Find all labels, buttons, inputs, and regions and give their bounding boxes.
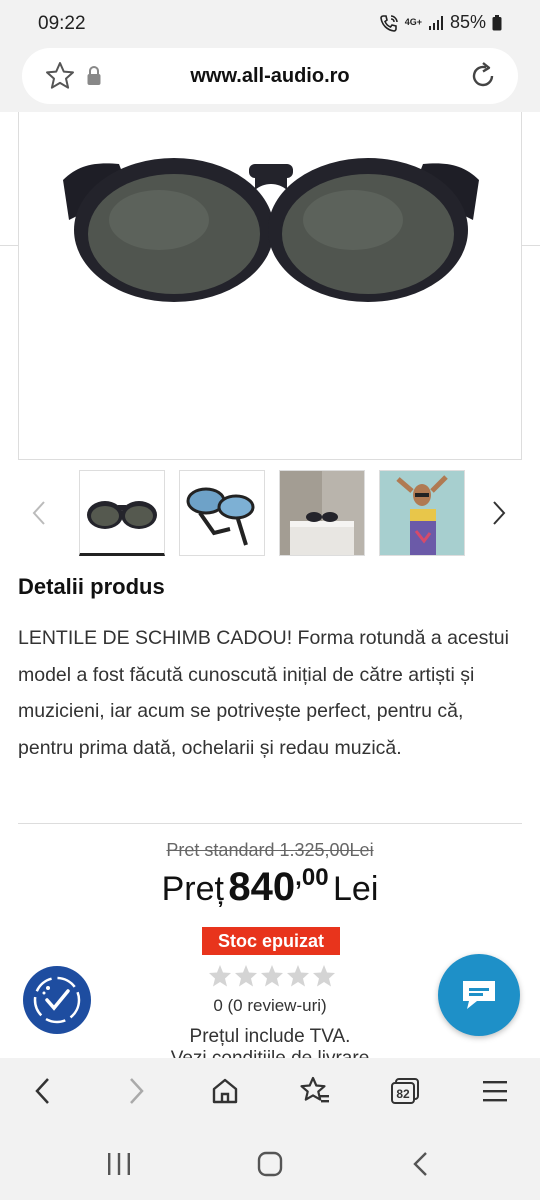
- star-rating-icon: [209, 965, 231, 987]
- reload-icon[interactable]: [468, 61, 498, 91]
- rating-stars[interactable]: [208, 964, 336, 988]
- accessibility-button[interactable]: [23, 966, 91, 1034]
- star-rating-icon: [235, 965, 257, 987]
- old-price: Pret standard 1.325,00Lei: [166, 840, 374, 860]
- thumbnail-1[interactable]: [79, 470, 165, 556]
- back-button[interactable]: [26, 1074, 60, 1108]
- section-title: Detalii produs: [18, 574, 165, 599]
- thumbnail-4[interactable]: [379, 470, 465, 556]
- bookmarks-icon: [300, 1076, 329, 1103]
- star-rating-icon: [261, 965, 283, 987]
- tabs-button[interactable]: 82: [388, 1074, 422, 1108]
- main-product-image[interactable]: [18, 112, 522, 460]
- sunglasses-on-pedestal-thumb: [280, 471, 364, 555]
- url-field[interactable]: www.all-audio.ro: [22, 48, 518, 104]
- product-description: LENTILE DE SCHIMB CADOU! Forma rotundă a…: [18, 627, 509, 759]
- star-rating-icon: [313, 965, 335, 987]
- browser-address-bar: www.all-audio.ro: [0, 46, 540, 112]
- thumbnail-2[interactable]: [179, 470, 265, 556]
- accessibility-check-icon: [33, 976, 81, 1024]
- woman-wearing-sunglasses-thumb: [380, 471, 464, 555]
- nav-back-icon[interactable]: [406, 1150, 436, 1178]
- delivery-link[interactable]: Vezi condițiile de livrare: [0, 1048, 540, 1058]
- price-currency: Lei: [333, 870, 379, 908]
- status-icons: 4G+ 85%: [379, 12, 502, 33]
- sunglasses-front-thumb: [80, 471, 164, 551]
- round-sunglasses-image: [63, 158, 479, 302]
- carousel-next-icon[interactable]: [488, 500, 508, 526]
- price-label: Preț: [161, 870, 224, 908]
- tabs-icon: 82: [391, 1078, 419, 1104]
- battery-percent: 85%: [449, 12, 486, 32]
- forward-button[interactable]: [119, 1074, 153, 1108]
- menu-icon: [483, 1081, 507, 1102]
- page-edge-left: [0, 112, 18, 246]
- page-edge-right: [522, 112, 540, 246]
- chat-icon: [463, 981, 495, 1009]
- star-rating-icon: [287, 965, 309, 987]
- stock-badge: Stoc epuizat: [202, 927, 340, 955]
- nav-home-icon[interactable]: [255, 1150, 285, 1178]
- url-text: www.all-audio.ro: [190, 65, 350, 87]
- home-button[interactable]: [208, 1074, 242, 1108]
- back-icon: [35, 1078, 49, 1104]
- price: Preț 840,00 Lei: [0, 864, 540, 910]
- menu-button[interactable]: [478, 1074, 512, 1108]
- network-4g-icon: 4G+: [404, 17, 422, 27]
- price-integer: 840: [228, 865, 296, 909]
- tab-count: 82: [396, 1087, 410, 1101]
- divider: [18, 823, 522, 824]
- call-wifi-icon: [379, 14, 398, 32]
- status-time: 09:22: [38, 13, 86, 34]
- forward-icon: [130, 1078, 144, 1104]
- system-nav-bar: [0, 1126, 540, 1200]
- carousel-prev-icon[interactable]: [30, 500, 50, 526]
- battery-icon: [492, 14, 502, 30]
- home-icon: [212, 1078, 238, 1104]
- signal-icon: [428, 15, 443, 30]
- bookmarks-button[interactable]: [298, 1074, 332, 1108]
- sunglasses-folded-thumb: [180, 471, 264, 555]
- recents-icon[interactable]: [104, 1150, 134, 1178]
- browser-toolbar: 82: [0, 1058, 540, 1126]
- status-bar: 09:22 4G+ 85%: [0, 0, 540, 46]
- price-decimals: ,00: [295, 864, 329, 891]
- chat-button[interactable]: [438, 954, 520, 1036]
- thumbnail-3[interactable]: [279, 470, 365, 556]
- product-page: Detalii produs LENTILE DE SCHIMB CADOU! …: [0, 112, 540, 1058]
- thumbnail-carousel: [0, 470, 540, 556]
